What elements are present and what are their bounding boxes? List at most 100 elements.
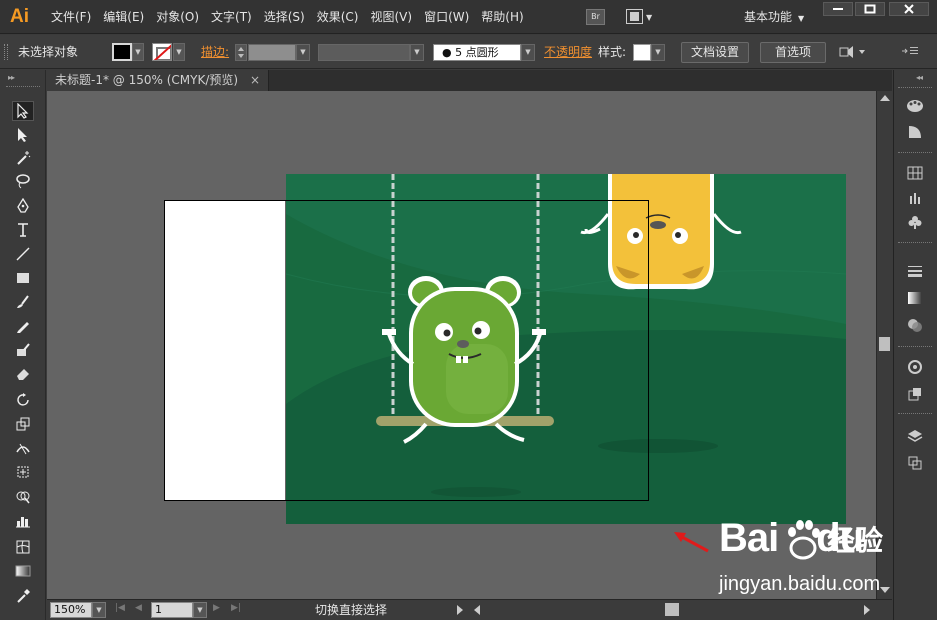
workspace-switcher[interactable]: 基本功能 ▼: [744, 0, 804, 34]
menu-type[interactable]: 文字(T): [206, 0, 257, 34]
menu-window[interactable]: 窗口(W): [419, 0, 474, 34]
graphic-styles-panel-button[interactable]: [904, 384, 926, 404]
fill-dropdown[interactable]: ▼: [132, 43, 144, 61]
horizontal-scroll-thumb[interactable]: [665, 603, 679, 616]
last-artboard-icon[interactable]: ▶|: [231, 603, 241, 613]
menu-edit[interactable]: 编辑(E): [98, 0, 149, 34]
stroke-weight-spinner[interactable]: [235, 44, 247, 61]
variable-width-dropdown[interactable]: ▼: [410, 44, 424, 61]
selection-status: 未选择对象: [18, 45, 79, 59]
lasso-icon: [16, 174, 30, 189]
color-guide-button[interactable]: [904, 122, 926, 142]
swatches-panel-button[interactable]: [904, 163, 926, 183]
panel-grip[interactable]: [898, 87, 932, 90]
scroll-thumb[interactable]: [879, 337, 890, 351]
vertical-scrollbar[interactable]: [876, 91, 892, 599]
mesh-tool[interactable]: [12, 537, 34, 557]
transparency-panel-button[interactable]: [904, 315, 926, 335]
panel-menu-icon[interactable]: [901, 44, 919, 61]
fill-swatch[interactable]: [112, 43, 132, 61]
free-transform-tool[interactable]: [12, 462, 34, 482]
stroke-panel-button[interactable]: [904, 261, 926, 281]
width-tool[interactable]: [12, 438, 34, 458]
next-artboard-icon[interactable]: ▶: [213, 603, 220, 613]
brushes-panel-button[interactable]: [904, 188, 926, 208]
selection-tool[interactable]: [12, 101, 34, 121]
artboards-panel-button[interactable]: [904, 453, 926, 473]
gradient-panel-button[interactable]: [904, 288, 926, 308]
opacity-link[interactable]: 不透明度: [544, 35, 592, 69]
line-segment-tool[interactable]: [12, 244, 34, 264]
variable-width-profile[interactable]: [318, 44, 410, 61]
symbols-panel-button[interactable]: [904, 212, 926, 232]
stroke-dropdown[interactable]: ▼: [173, 43, 185, 61]
maximize-button[interactable]: [855, 2, 885, 16]
menu-view[interactable]: 视图(V): [365, 0, 417, 34]
document-setup-button[interactable]: 文档设置: [681, 42, 749, 63]
zoom-level-field[interactable]: 150%: [50, 602, 92, 618]
shape-builder-tool[interactable]: [12, 486, 34, 506]
canvas[interactable]: [47, 91, 876, 599]
transparency-icon: [908, 319, 922, 332]
brush-definition[interactable]: ● 5 点圆形: [433, 44, 521, 61]
previous-artboard-icon[interactable]: ◀: [135, 603, 142, 613]
pen-tool[interactable]: [12, 196, 34, 216]
type-tool[interactable]: [12, 220, 34, 240]
first-artboard-icon[interactable]: |◀: [115, 603, 125, 613]
direct-select-icon: [18, 128, 27, 142]
gradient-tool[interactable]: [12, 561, 34, 581]
graphic-style-swatch[interactable]: [633, 44, 651, 61]
stroke-weight-input[interactable]: [248, 44, 296, 61]
scroll-right-icon[interactable]: [864, 605, 870, 615]
eyedropper-tool[interactable]: [12, 586, 34, 606]
zoom-dropdown[interactable]: ▼: [92, 602, 106, 618]
lasso-tool[interactable]: [12, 171, 34, 191]
collapse-icon[interactable]: ▸▸: [8, 73, 15, 82]
eraser-tool[interactable]: [12, 364, 34, 384]
panel-grip[interactable]: [4, 44, 8, 60]
placed-image-monsters[interactable]: [286, 174, 846, 524]
appearance-panel-button[interactable]: [904, 357, 926, 377]
color-panel-button[interactable]: [904, 96, 926, 116]
paintbrush-tool[interactable]: [12, 292, 34, 312]
bridge-button[interactable]: Br: [586, 9, 605, 25]
scroll-down-icon[interactable]: [880, 587, 890, 593]
graph-tool[interactable]: [12, 511, 34, 531]
scroll-left-icon[interactable]: [474, 605, 480, 615]
scale-tool[interactable]: [12, 414, 34, 434]
panel-grip[interactable]: [6, 86, 40, 89]
rectangle-tool[interactable]: [12, 268, 34, 288]
preferences-button[interactable]: 首选项: [760, 42, 826, 63]
layers-panel-button[interactable]: [904, 426, 926, 446]
chevron-down-icon: ▼: [646, 13, 653, 22]
isolate-icon[interactable]: [838, 44, 866, 63]
menu-select[interactable]: 选择(S): [259, 0, 310, 34]
menu-items: 文件(F) 编辑(E) 对象(O) 文字(T) 选择(S) 效果(C) 视图(V…: [46, 0, 531, 34]
style-dropdown[interactable]: ▼: [651, 44, 665, 61]
horizontal-scrollbar[interactable]: [471, 601, 876, 619]
magic-wand-tool[interactable]: [12, 148, 34, 168]
close-window-button[interactable]: [889, 2, 929, 16]
arrange-documents-button[interactable]: ▼: [626, 9, 654, 25]
scroll-up-icon[interactable]: [880, 95, 890, 101]
menu-object[interactable]: 对象(O): [151, 0, 204, 34]
direct-selection-tool[interactable]: [12, 125, 34, 145]
artboard-dropdown[interactable]: ▼: [193, 602, 207, 618]
stroke-swatch[interactable]: [152, 43, 172, 61]
rotate-tool[interactable]: [12, 390, 34, 410]
stroke-lines-icon: [908, 266, 922, 277]
stroke-link[interactable]: 描边:: [201, 35, 229, 69]
artboard-number-field[interactable]: 1: [151, 602, 193, 618]
menu-file[interactable]: 文件(F): [46, 0, 96, 34]
menu-effect[interactable]: 效果(C): [312, 0, 364, 34]
brush-dropdown[interactable]: ▼: [521, 44, 535, 61]
menu-help[interactable]: 帮助(H): [476, 0, 528, 34]
close-tab-icon[interactable]: ×: [250, 70, 260, 91]
blob-brush-tool[interactable]: [12, 340, 34, 360]
expand-panels-icon[interactable]: ◂◂: [916, 73, 923, 82]
status-menu-arrow-icon[interactable]: [457, 605, 463, 615]
document-tab[interactable]: 未标题-1* @ 150% (CMYK/预览) ×: [47, 70, 269, 91]
pencil-tool[interactable]: [12, 316, 34, 336]
minimize-button[interactable]: [823, 2, 853, 16]
stroke-weight-dropdown[interactable]: ▼: [296, 44, 310, 61]
